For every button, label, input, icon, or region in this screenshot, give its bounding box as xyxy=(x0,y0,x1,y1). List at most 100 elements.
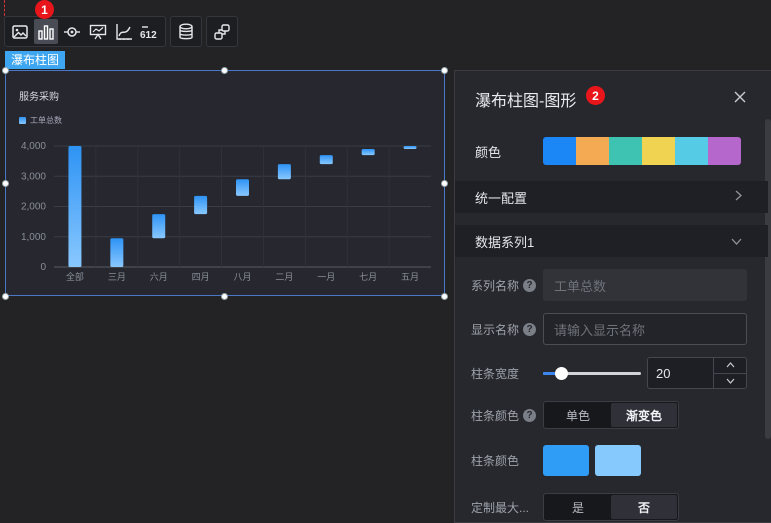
chevron-right-icon xyxy=(735,190,742,204)
x-tick-label: 三月 xyxy=(108,272,126,282)
display-name-row: 显示名称? 请输入显示名称 xyxy=(455,313,768,345)
x-tick-label: 七月 xyxy=(359,272,377,282)
bar-color-mode-label: 柱条颜色 xyxy=(471,408,520,423)
x-tick-label: 四月 xyxy=(192,272,210,282)
increment-button[interactable] xyxy=(714,358,746,373)
bar-color-end-swatch[interactable] xyxy=(595,445,641,476)
decrement-button[interactable] xyxy=(714,372,746,389)
resize-handle-t[interactable] xyxy=(221,67,228,74)
resize-handle-l[interactable] xyxy=(2,180,9,187)
number-button[interactable]: 612 xyxy=(138,19,162,44)
app-root: 612 1 瀑布柱图 服务采购 工单总数 0 1,000 2,000 3,000… xyxy=(0,0,771,523)
custom-max-row: 定制最大... 是 否 xyxy=(455,493,768,521)
guide-line xyxy=(4,0,5,16)
close-icon xyxy=(734,91,746,103)
chevron-down-icon xyxy=(726,378,734,384)
link-button[interactable] xyxy=(210,19,234,44)
database-button[interactable] xyxy=(174,19,198,44)
option-gradient-color[interactable]: 渐变色 xyxy=(611,403,677,427)
x-tick-label: 二月 xyxy=(275,272,293,282)
palette-color-4[interactable] xyxy=(642,137,675,165)
step-badge-1: 1 xyxy=(35,0,54,19)
step-badge-2: 2 xyxy=(586,86,605,105)
image-button[interactable] xyxy=(8,19,32,44)
number-icon-text: 612 xyxy=(140,30,157,40)
x-tick-label: 五月 xyxy=(401,272,419,282)
chevron-down-icon xyxy=(731,234,742,248)
toolbar-group-data xyxy=(170,16,202,47)
y-tick-label: 0 xyxy=(40,262,46,273)
x-tick-label: 八月 xyxy=(233,272,251,282)
series-name-input[interactable]: 工单总数 xyxy=(543,269,747,301)
option-single-color[interactable]: 单色 xyxy=(545,403,611,427)
bar-color-mode-row: 柱条颜色? 单色 渐变色 xyxy=(455,401,768,429)
chart-bar xyxy=(68,146,82,267)
series-name-row: 系列名称? 工单总数 xyxy=(455,269,768,301)
bar-width-value[interactable]: 20 xyxy=(648,358,713,388)
resize-handle-tr[interactable] xyxy=(441,67,448,74)
help-icon[interactable]: ? xyxy=(523,322,537,336)
y-tick-label: 4,000 xyxy=(21,141,46,152)
resize-handle-r[interactable] xyxy=(441,180,448,187)
toolbar-group-link xyxy=(206,16,238,47)
component-toolbar: 612 xyxy=(4,16,238,47)
bar-width-slider[interactable] xyxy=(543,366,641,380)
presentation-button[interactable] xyxy=(86,19,110,44)
y-tick-label: 3,000 xyxy=(21,171,46,182)
eye-icon xyxy=(64,26,80,37)
resize-handle-b[interactable] xyxy=(221,293,228,300)
option-no[interactable]: 否 xyxy=(611,495,677,519)
custom-max-toggle[interactable]: 是 否 xyxy=(543,493,679,521)
bar-chart-button[interactable] xyxy=(34,19,58,44)
bar-color-mode-toggle[interactable]: 单色 渐变色 xyxy=(543,401,679,429)
close-button[interactable] xyxy=(734,89,746,105)
axis-chart-button[interactable] xyxy=(112,19,136,44)
resize-handle-br[interactable] xyxy=(441,293,448,300)
display-name-label: 显示名称 xyxy=(471,322,520,337)
series-name-label: 系列名称 xyxy=(471,278,520,293)
palette-color-1[interactable] xyxy=(543,137,576,165)
chart-bar xyxy=(361,149,375,156)
presentation-icon xyxy=(89,24,107,39)
palette-color-5[interactable] xyxy=(675,137,708,165)
chart-bar xyxy=(403,146,417,150)
section-data-series-1[interactable]: 数据系列1 xyxy=(455,225,768,257)
help-icon[interactable]: ? xyxy=(523,408,537,422)
database-icon xyxy=(179,23,193,39)
link-icon xyxy=(214,23,230,40)
x-tick-label: 一月 xyxy=(317,272,335,282)
resize-handle-bl[interactable] xyxy=(2,293,9,300)
custom-max-label: 定制最大... xyxy=(471,500,530,515)
bar-width-row: 柱条宽度 20 xyxy=(455,357,768,389)
chart-bar xyxy=(277,164,291,180)
palette-color-3[interactable] xyxy=(609,137,642,165)
section-global-config[interactable]: 统一配置 xyxy=(455,181,768,213)
x-tick-label: 全部 xyxy=(66,271,84,282)
chart-bar xyxy=(194,195,208,215)
component-tag[interactable]: 瀑布柱图 xyxy=(5,51,66,69)
image-icon xyxy=(12,24,28,39)
color-palette[interactable] xyxy=(543,137,741,165)
chart-bar xyxy=(110,238,124,267)
axis-chart-icon xyxy=(116,23,132,40)
help-icon[interactable]: ? xyxy=(523,278,537,292)
color-label: 颜色 xyxy=(475,144,502,160)
chart-bar xyxy=(236,179,249,196)
palette-color-2[interactable] xyxy=(576,137,609,165)
panel-title: 瀑布柱图-图形 xyxy=(475,93,577,110)
color-row: 颜色 xyxy=(455,137,768,165)
bar-color-row: 柱条颜色 xyxy=(455,445,768,476)
palette-color-6[interactable] xyxy=(708,137,741,165)
settings-panel: 瀑布柱图-图形 2 颜色 统一配置 数据系列1 系列名称? 工单总数 显示名称 … xyxy=(454,70,771,523)
waterfall-chart-component[interactable]: 服务采购 工单总数 0 1,000 2,000 3,000 4,000 全部 三月 六月 四月八… xyxy=(5,70,445,296)
bar-width-stepper[interactable]: 20 xyxy=(647,357,747,389)
display-name-input[interactable]: 请输入显示名称 xyxy=(543,313,747,345)
chart-bar xyxy=(152,214,166,239)
option-yes[interactable]: 是 xyxy=(545,495,611,519)
eye-button[interactable] xyxy=(60,19,84,44)
chart-plot: 0 1,000 2,000 3,000 4,000 全部 三月 六月 四月 八月 二月 一月 七月 五月 xyxy=(21,141,431,282)
resize-handle-tl[interactable] xyxy=(2,67,9,74)
bar-color-start-swatch[interactable] xyxy=(543,445,589,476)
section-global-label: 统一配置 xyxy=(475,190,528,206)
slider-knob[interactable] xyxy=(554,367,568,380)
